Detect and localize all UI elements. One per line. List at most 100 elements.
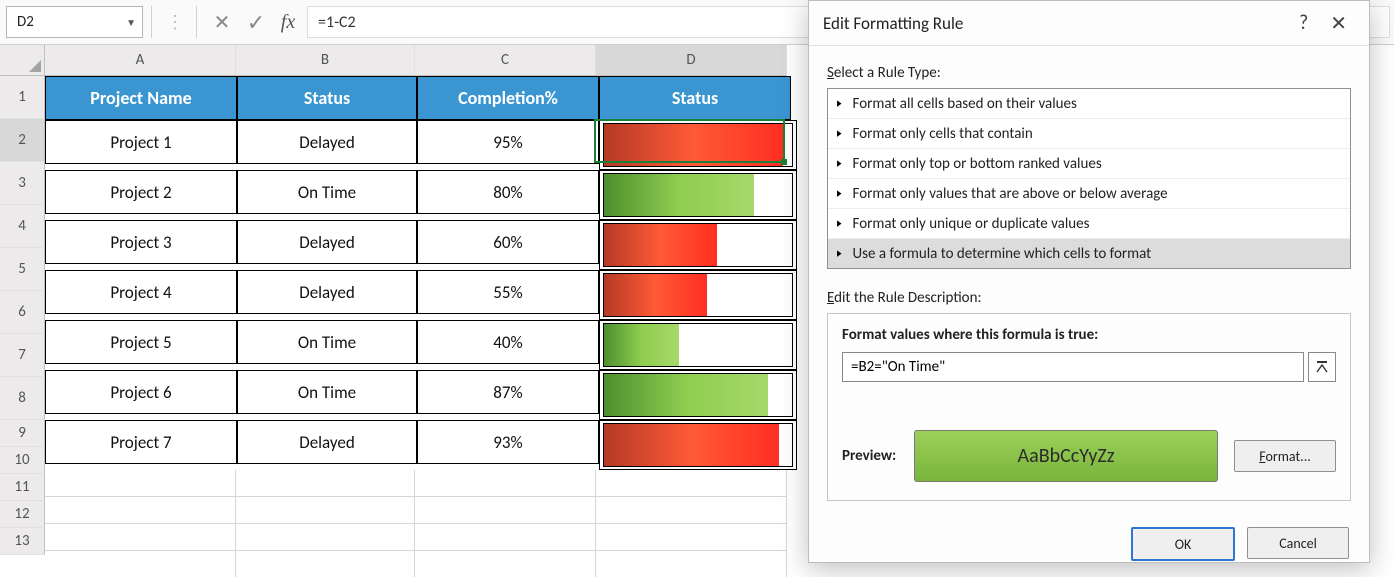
column-header-D[interactable]: D: [596, 45, 787, 76]
cancel-button[interactable]: Cancel: [1247, 527, 1349, 559]
edit-rule-description-label: Edit the Rule Description:: [827, 289, 1351, 307]
empty-cell[interactable]: [45, 497, 236, 524]
ok-button[interactable]: OK: [1131, 527, 1235, 561]
rule-type-option[interactable]: ▸Format only cells that contain: [828, 119, 1350, 149]
caret-right-icon: ▸: [837, 126, 842, 141]
rule-formula-input[interactable]: [842, 352, 1304, 382]
row-header-6[interactable]: 6: [0, 291, 45, 334]
completion-pct[interactable]: 60%: [417, 220, 599, 264]
row-header-10[interactable]: 10: [0, 447, 45, 474]
status-bar-cell[interactable]: [599, 270, 797, 320]
status-bar-cell[interactable]: [599, 420, 797, 470]
row-header-4[interactable]: 4: [0, 205, 45, 248]
project-name[interactable]: Project 7: [45, 420, 237, 464]
project-name[interactable]: Project 4: [45, 270, 237, 314]
caret-right-icon: ▸: [837, 216, 842, 231]
formula-true-label: Format values where this formula is true…: [842, 326, 1336, 344]
rule-description-frame: Format values where this formula is true…: [827, 313, 1351, 501]
row-header-12[interactable]: 12: [0, 501, 45, 528]
project-status[interactable]: Delayed: [237, 420, 417, 464]
empty-cell[interactable]: [236, 551, 415, 577]
status-bar-cell[interactable]: [599, 170, 797, 220]
empty-cell[interactable]: [415, 551, 596, 577]
empty-cell[interactable]: [596, 497, 787, 524]
insert-function-icon[interactable]: fx: [273, 7, 307, 37]
rule-type-option[interactable]: ▸Use a formula to determine which cells …: [828, 239, 1350, 268]
completion-pct[interactable]: 80%: [417, 170, 599, 214]
name-box-value: D2: [17, 13, 34, 31]
row-header-3[interactable]: 3: [0, 162, 45, 205]
row-header-7[interactable]: 7: [0, 334, 45, 377]
empty-cell[interactable]: [596, 470, 787, 497]
row-header-8[interactable]: 8: [0, 377, 45, 420]
project-name[interactable]: Project 2: [45, 170, 237, 214]
project-status[interactable]: On Time: [237, 170, 417, 214]
select-rule-type-text: elect a Rule Type:: [834, 64, 941, 82]
table-header[interactable]: Status: [599, 76, 791, 120]
caret-right-icon: ▸: [837, 96, 842, 111]
empty-cell[interactable]: [415, 524, 596, 551]
collapse-dialog-icon[interactable]: [1308, 352, 1336, 382]
project-status[interactable]: Delayed: [237, 220, 417, 264]
rule-type-option[interactable]: ▸Format all cells based on their values: [828, 89, 1350, 119]
table-header[interactable]: Project Name: [45, 76, 237, 120]
column-header-C[interactable]: C: [415, 45, 596, 76]
empty-cell[interactable]: [236, 470, 415, 497]
row-header-11[interactable]: 11: [0, 474, 45, 501]
row-header-2[interactable]: 2: [0, 119, 45, 162]
rule-type-option[interactable]: ▸Format only values that are above or be…: [828, 179, 1350, 209]
cancel-edit-icon[interactable]: ✕: [205, 7, 239, 37]
completion-pct[interactable]: 55%: [417, 270, 599, 314]
help-icon[interactable]: ?: [1285, 7, 1322, 39]
status-bar-cell[interactable]: [599, 120, 797, 170]
project-status[interactable]: On Time: [237, 320, 417, 364]
empty-cell[interactable]: [415, 497, 596, 524]
row-header-13[interactable]: 13: [0, 528, 45, 555]
empty-cell[interactable]: [45, 470, 236, 497]
caret-right-icon: ▸: [837, 246, 842, 261]
edit-formatting-rule-dialog: Edit Formatting Rule ? ✕ Select a Rule T…: [808, 0, 1370, 563]
column-header-B[interactable]: B: [236, 45, 415, 76]
project-status[interactable]: On Time: [237, 370, 417, 414]
enter-edit-icon[interactable]: ✓: [239, 7, 273, 37]
formula-text: =1-C2: [318, 13, 356, 32]
project-name[interactable]: Project 1: [45, 120, 237, 164]
resize-grip-icon[interactable]: ⋮: [160, 11, 188, 33]
format-button[interactable]: Format...: [1234, 440, 1336, 472]
project-name[interactable]: Project 5: [45, 320, 237, 364]
close-icon[interactable]: ✕: [1322, 7, 1355, 40]
empty-cell[interactable]: [236, 524, 415, 551]
project-name[interactable]: Project 6: [45, 370, 237, 414]
separator: [151, 6, 152, 38]
project-status[interactable]: Delayed: [237, 120, 417, 164]
status-bar-cell[interactable]: [599, 370, 797, 420]
completion-pct[interactable]: 95%: [417, 120, 599, 164]
status-bar-cell[interactable]: [599, 320, 797, 370]
format-preview: AaBbCcYyZz: [914, 430, 1218, 482]
table-header[interactable]: Completion%: [417, 76, 599, 120]
column-header-A[interactable]: A: [45, 45, 236, 76]
rule-type-list[interactable]: ▸Format all cells based on their values▸…: [827, 88, 1351, 269]
rule-type-option[interactable]: ▸Format only unique or duplicate values: [828, 209, 1350, 239]
empty-cell[interactable]: [415, 470, 596, 497]
empty-cell[interactable]: [596, 524, 787, 551]
row-header-5[interactable]: 5: [0, 248, 45, 291]
row-header-9[interactable]: 9: [0, 420, 45, 447]
completion-pct[interactable]: 40%: [417, 320, 599, 364]
status-bar-cell[interactable]: [599, 220, 797, 270]
completion-pct[interactable]: 93%: [417, 420, 599, 464]
completion-pct[interactable]: 87%: [417, 370, 599, 414]
empty-cell[interactable]: [45, 551, 236, 577]
empty-cell[interactable]: [236, 497, 415, 524]
rule-type-option[interactable]: ▸Format only top or bottom ranked values: [828, 149, 1350, 179]
table-header[interactable]: Status: [237, 76, 417, 120]
empty-cell[interactable]: [45, 524, 236, 551]
project-status[interactable]: Delayed: [237, 270, 417, 314]
select-all-corner[interactable]: [0, 45, 45, 76]
name-box[interactable]: D2 ▼: [6, 6, 143, 38]
project-name[interactable]: Project 3: [45, 220, 237, 264]
spreadsheet: 12345678910111213 ABCD Project NameStatu…: [0, 45, 805, 577]
empty-cell[interactable]: [596, 551, 787, 577]
chevron-down-icon[interactable]: ▼: [126, 16, 136, 29]
row-header-1[interactable]: 1: [0, 76, 45, 119]
